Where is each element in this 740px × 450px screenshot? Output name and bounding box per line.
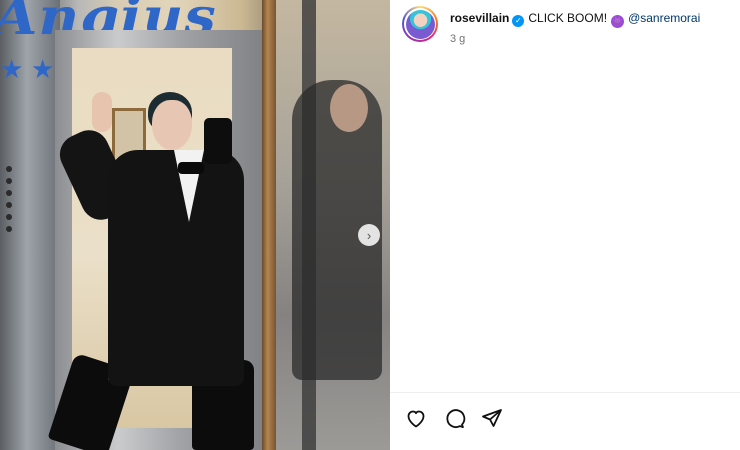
peace-hand <box>92 92 112 132</box>
elevator-button-panel <box>2 160 20 270</box>
post-timestamp[interactable]: 3 g <box>450 33 465 45</box>
mirror-reflection-face <box>330 84 368 132</box>
face <box>152 100 192 150</box>
avatar-image <box>405 9 435 39</box>
next-photo-button[interactable]: › <box>358 224 380 246</box>
mirror-edge <box>262 0 276 450</box>
username-link[interactable]: rosevillain <box>450 11 509 25</box>
action-bar <box>404 406 504 430</box>
divider <box>390 392 740 393</box>
alien-emoji-icon: 👾 <box>611 15 625 28</box>
star-icon: ★ <box>0 54 24 84</box>
caption-text: CLICK BOOM! <box>528 11 608 25</box>
post-details-panel: rosevillain ✓ CLICK BOOM! 👾 @sanremorai 3 g <box>390 0 740 450</box>
post-photo[interactable]: Angius ★ ★ › <box>0 0 390 450</box>
verified-badge-icon: ✓ <box>512 15 525 27</box>
star-icon: ★ <box>31 54 55 84</box>
heart-icon[interactable] <box>404 406 428 430</box>
mention-link[interactable]: @sanremorai <box>628 11 700 25</box>
black-coat <box>108 150 244 386</box>
post-caption: rosevillain ✓ CLICK BOOM! 👾 @sanremorai <box>450 11 700 28</box>
share-icon[interactable] <box>480 406 504 430</box>
chevron-right-icon: › <box>366 227 372 243</box>
comment-icon[interactable] <box>442 406 466 430</box>
smartphone <box>204 118 232 164</box>
bow-tie <box>178 162 204 174</box>
avatar[interactable] <box>402 6 438 42</box>
